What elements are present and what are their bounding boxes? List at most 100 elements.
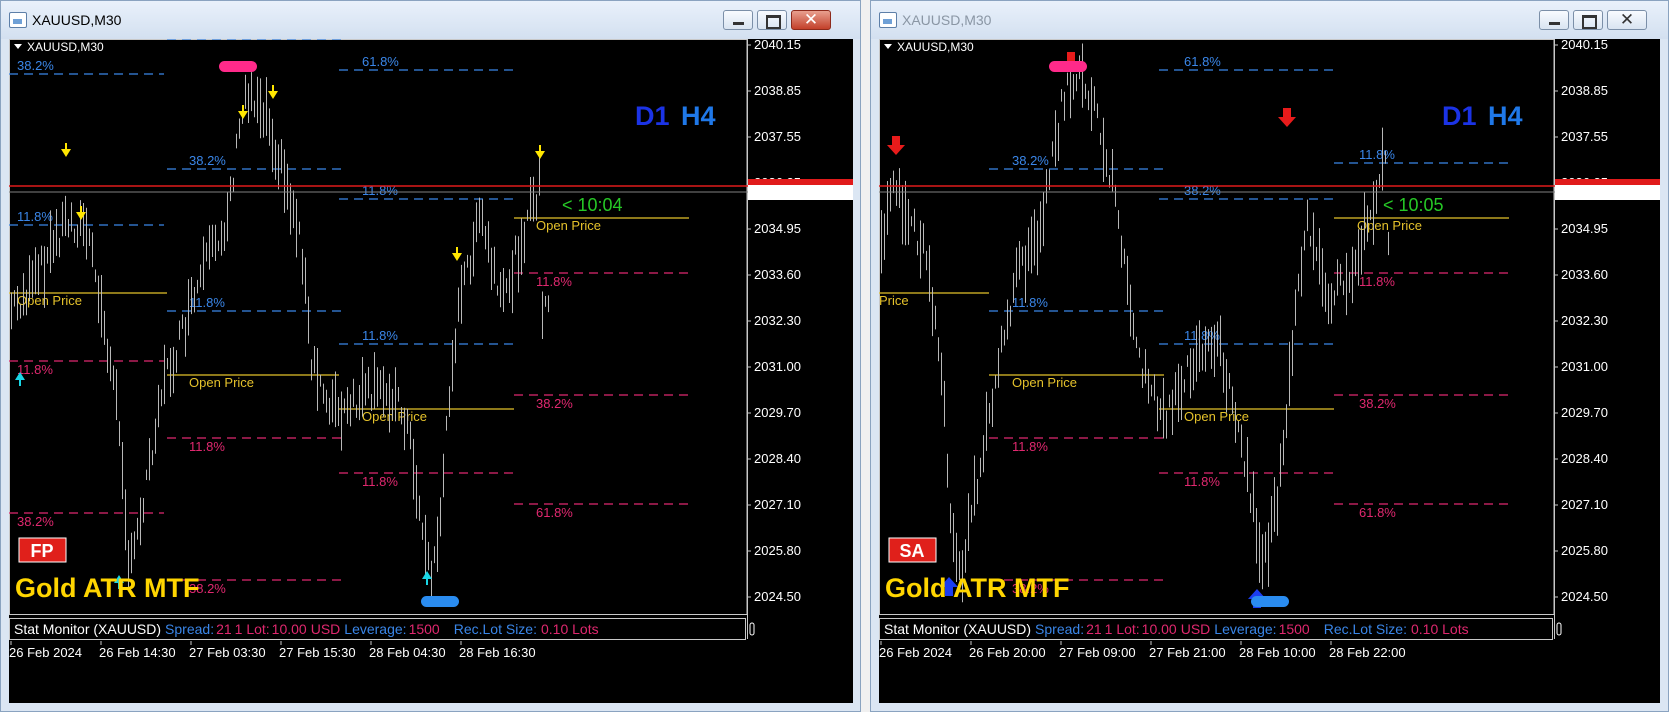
- scroll-handle[interactable]: [749, 622, 755, 636]
- stat-monitor: Stat Monitor (XAUUSD) Spread: 21 1 Lot: 10.0…: [884, 621, 1469, 637]
- spread-value: 21: [216, 621, 232, 637]
- date-label: 28 Feb 04:30: [369, 645, 446, 660]
- open-price-label: Open Price: [362, 409, 427, 424]
- lot-value: 10.00: [272, 621, 307, 637]
- spread-value: 21: [1086, 621, 1102, 637]
- price-label: 2040.15: [754, 39, 801, 52]
- red-level-label: 38.2%: [1359, 396, 1396, 411]
- candles: [11, 72, 549, 602]
- price-label: 2029.70: [754, 405, 801, 420]
- price-label: 2031.00: [1561, 359, 1608, 374]
- chart-area[interactable]: XAUUSD,M30 61.8% 38.2% 38.2% 11.8% 11.8% 11.8%…: [879, 39, 1660, 703]
- price-label: 2027.10: [754, 497, 801, 512]
- close-icon: ✕: [803, 10, 819, 30]
- date-label: 28 Feb 22:00: [1329, 645, 1406, 660]
- current-price-label: 2035.93: [754, 185, 801, 200]
- lot-label: 1 Lot:: [235, 621, 270, 637]
- price-label: 2033.60: [1561, 267, 1608, 282]
- bar-timer: < 10:04: [562, 195, 623, 215]
- collapse-triangle-icon[interactable]: [884, 44, 892, 49]
- blue-level-label: 11.8%: [17, 209, 53, 224]
- price-label: 2028.40: [754, 451, 801, 466]
- minimize-button[interactable]: [723, 10, 753, 30]
- date-label: 27 Feb 21:00: [1149, 645, 1226, 660]
- stat-monitor: Stat Monitor (XAUUSD) Spread: 21 1 Lot: 10.0…: [14, 621, 599, 637]
- currency: USD: [1181, 621, 1211, 637]
- title-bar[interactable]: XAUUSD,M30 ✕: [1, 1, 860, 39]
- red-level-label: 38.2%: [17, 514, 54, 529]
- red-level-label: 11.8%: [1012, 439, 1048, 454]
- close-icon: ✕: [1619, 10, 1635, 30]
- minimize-icon: [1540, 11, 1568, 29]
- rec-lot-label: Rec.Lot Size:: [454, 621, 537, 637]
- minimize-icon: [724, 11, 752, 29]
- extreme-marker: [219, 61, 257, 72]
- maximize-button[interactable]: [1573, 10, 1603, 30]
- indicator-name: Gold ATR MTF: [885, 573, 1069, 603]
- close-button[interactable]: ✕: [1607, 10, 1647, 30]
- open-price-label: Open Price: [1184, 409, 1249, 424]
- price-chart[interactable]: XAUUSD,M30 61.8% 38.2% 38.2% 11.8% 11.8% 11.8%…: [879, 39, 1660, 703]
- blue-level-label: 38.2%: [189, 153, 226, 168]
- stat-title: Stat Monitor (XAUUSD): [14, 621, 161, 637]
- red-level-label: 11.8%: [1359, 274, 1395, 289]
- date-label: 27 Feb 15:30: [279, 645, 356, 660]
- extreme-marker: [1251, 596, 1289, 607]
- maximize-icon: [1574, 11, 1602, 29]
- currency: USD: [311, 621, 341, 637]
- blue-level-label: 38.2%: [17, 58, 54, 73]
- timeframe-h4: H4: [681, 101, 716, 131]
- price-label: 2031.00: [754, 359, 801, 374]
- price-label: 2028.40: [1561, 451, 1608, 466]
- down-arrow-signal-icon: [1067, 52, 1075, 62]
- title-bar[interactable]: XAUUSD,M30 ✕: [871, 1, 1668, 39]
- blue-level-label: 61.8%: [1184, 54, 1221, 69]
- open-price-label: Open Price: [536, 218, 601, 233]
- maximize-button[interactable]: [757, 10, 787, 30]
- price-label: 2038.85: [754, 83, 801, 98]
- timeframe-h4: H4: [1488, 101, 1523, 131]
- symbol-label: XAUUSD,M30: [897, 40, 974, 54]
- leverage-value: 1500: [409, 621, 440, 637]
- spread-label: Spread:: [165, 621, 214, 637]
- app-chart-icon: [9, 12, 27, 28]
- red-level-label: 11.8%: [189, 439, 225, 454]
- date-label: 26 Feb 2024: [9, 645, 82, 660]
- lot-value: 10.00: [1142, 621, 1177, 637]
- price-label: 2025.80: [754, 543, 801, 558]
- strategy-badge-text: FP: [30, 541, 53, 561]
- extreme-marker: [1049, 61, 1087, 72]
- price-label: 2029.70: [1561, 405, 1608, 420]
- price-chart[interactable]: XAUUSD,M30 38.2% 38.2% 61.8% 38.2% 11.8% 11.8%…: [9, 39, 853, 703]
- bar-timer: < 10:05: [1383, 195, 1444, 215]
- red-level-label: 11.8%: [1184, 474, 1220, 489]
- chart-window-2[interactable]: XAUUSD,M30 ✕ XAUUSD,M30 61.8% 38.2% 38.2% 11…: [870, 0, 1669, 712]
- date-label: 28 Feb 10:00: [1239, 645, 1316, 660]
- scroll-handle[interactable]: [1556, 622, 1562, 636]
- red-level-label: 11.8%: [17, 362, 53, 377]
- collapse-triangle-icon[interactable]: [14, 44, 22, 49]
- window-title: XAUUSD,M30: [902, 12, 992, 28]
- chart-window-1[interactable]: XAUUSD,M30 ✕ XAUUSD,M30 38.2% 38.2% 61.8% 38…: [0, 0, 861, 712]
- leverage-label: Leverage:: [1214, 621, 1276, 637]
- lot-label: 1 Lot:: [1105, 621, 1140, 637]
- indicator-name: Gold ATR MTF: [15, 573, 199, 603]
- spread-label: Spread:: [1035, 621, 1084, 637]
- close-button[interactable]: ✕: [791, 10, 831, 30]
- minimize-button[interactable]: [1539, 10, 1569, 30]
- price-label: 2034.95: [1561, 221, 1608, 236]
- price-label: 2032.30: [754, 313, 801, 328]
- chart-area[interactable]: XAUUSD,M30 38.2% 38.2% 61.8% 38.2% 11.8% 11.8%…: [9, 39, 853, 703]
- date-label: 26 Feb 14:30: [99, 645, 176, 660]
- down-arrow-signal-icon: [1283, 108, 1291, 118]
- maximize-icon: [758, 11, 786, 29]
- stat-title: Stat Monitor (XAUUSD): [884, 621, 1031, 637]
- price-label: 2033.60: [754, 267, 801, 282]
- timeframe-d1: D1: [635, 101, 670, 131]
- blue-level-label: 38.2%: [1012, 153, 1049, 168]
- price-label: 2040.15: [1561, 39, 1608, 52]
- rec-lot-value: 0.10 Lots: [541, 621, 599, 637]
- strategy-badge-text: SA: [899, 541, 924, 561]
- red-level-label: 38.2%: [536, 396, 573, 411]
- leverage-value: 1500: [1279, 621, 1310, 637]
